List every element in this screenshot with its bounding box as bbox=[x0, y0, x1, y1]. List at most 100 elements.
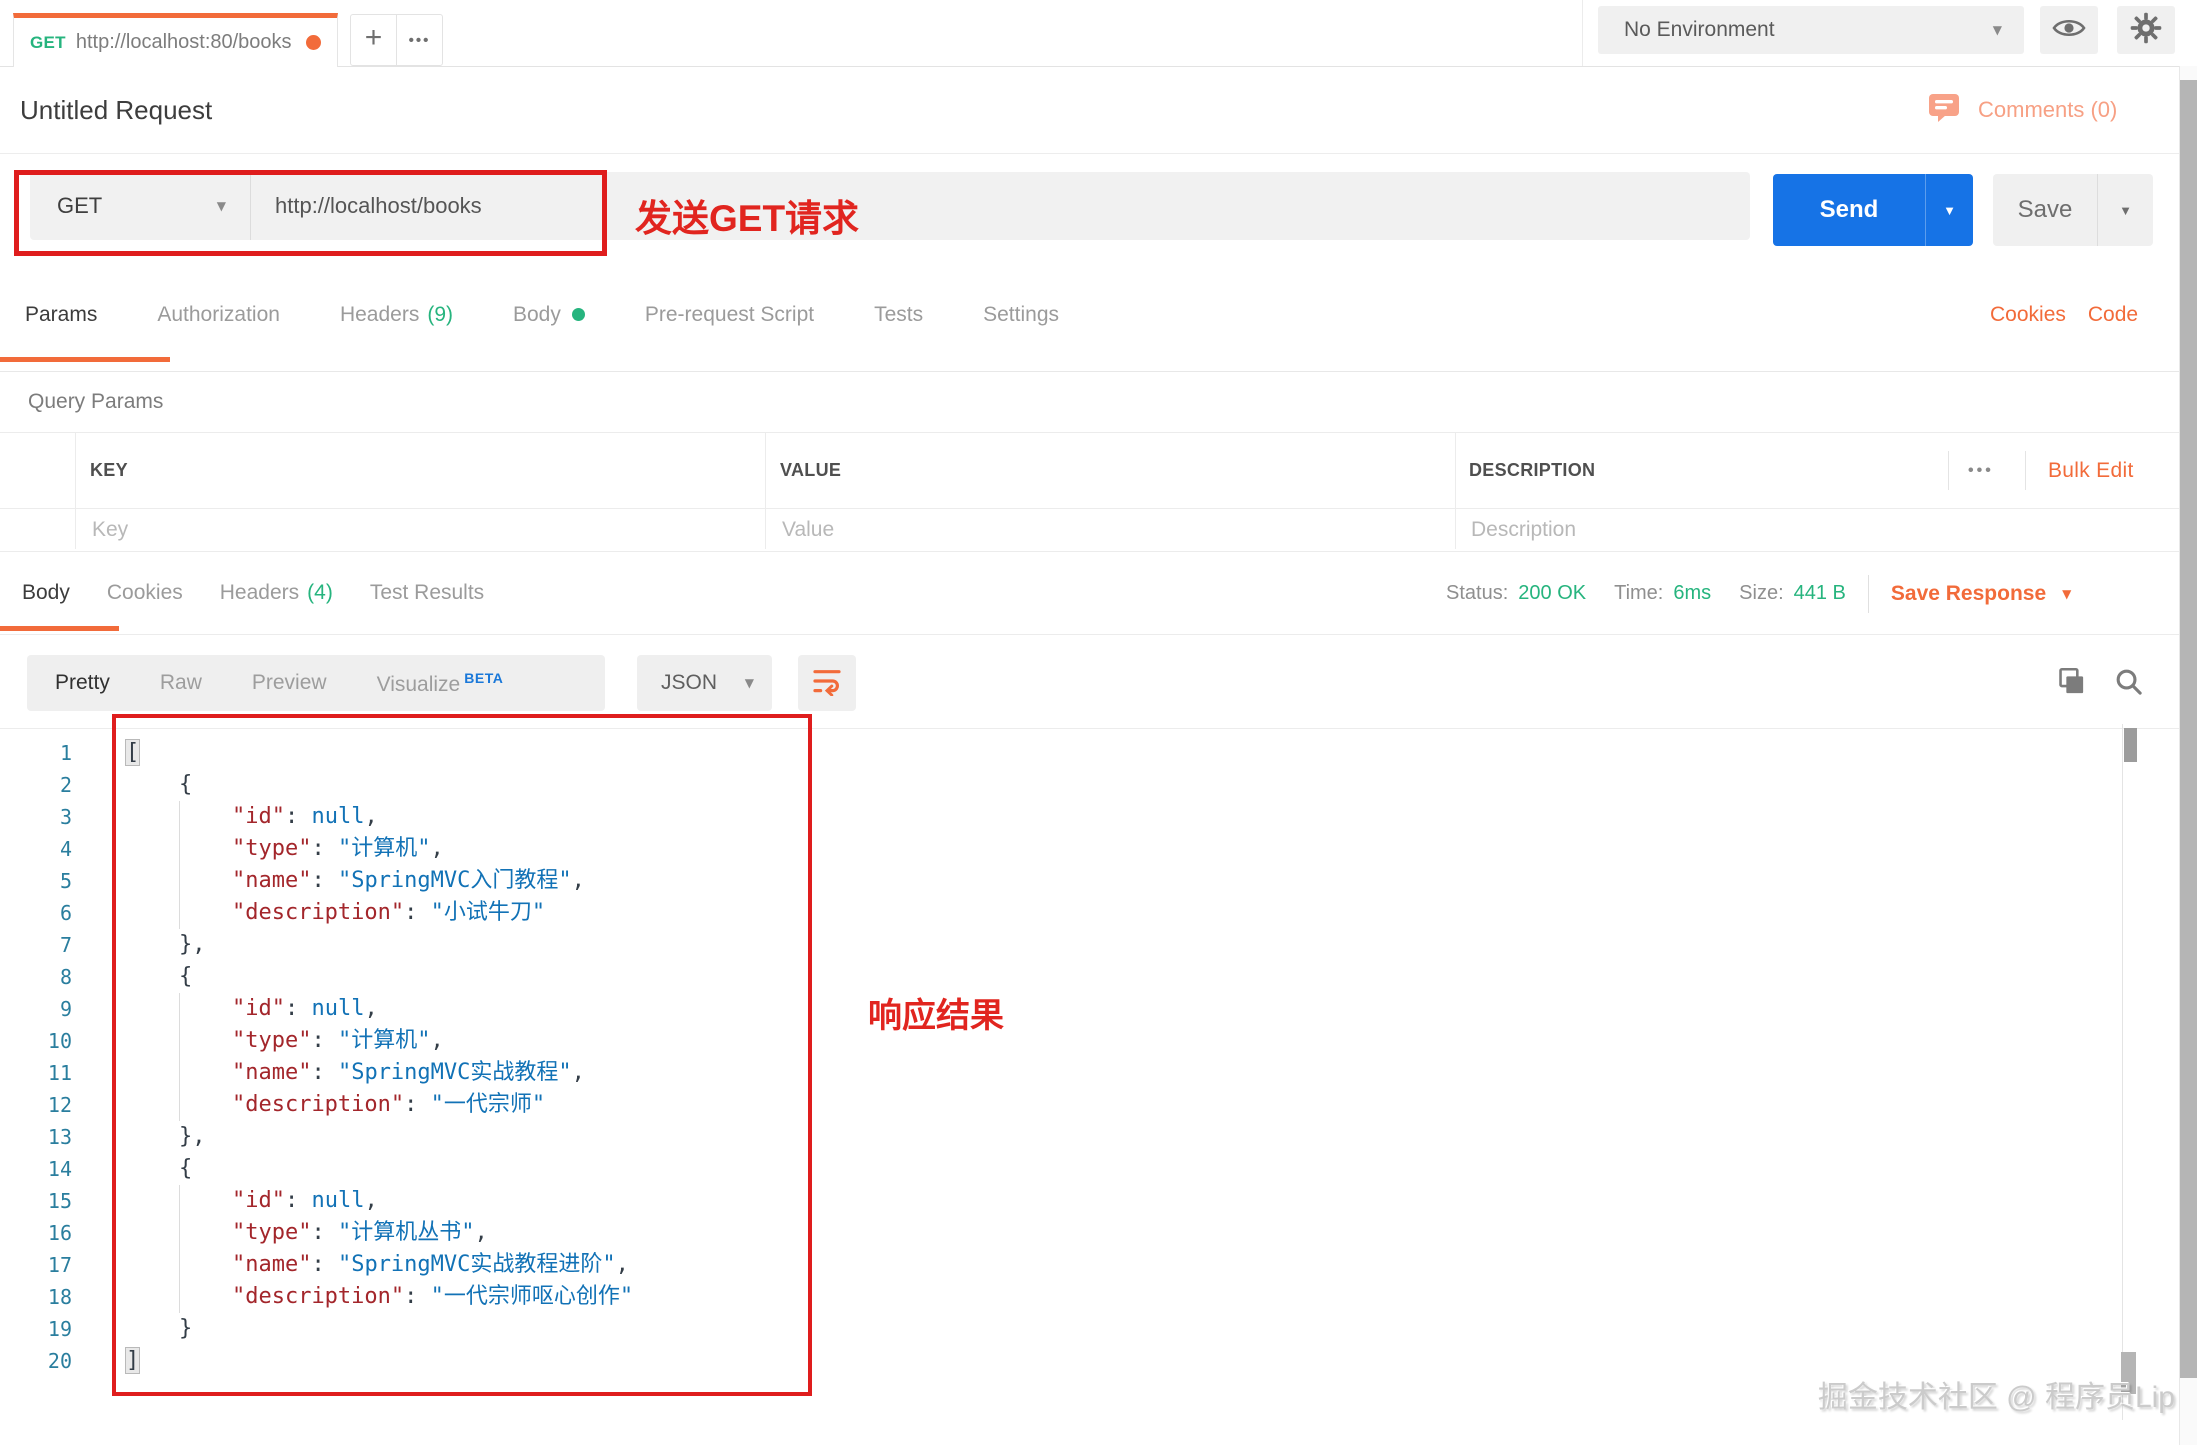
value-input[interactable] bbox=[780, 517, 1425, 543]
tab-body[interactable]: Body bbox=[513, 303, 585, 327]
tab-controls: + ••• bbox=[350, 14, 443, 66]
save-label: Save bbox=[1993, 174, 2097, 246]
send-options-chevron[interactable]: ▼ bbox=[1926, 174, 1973, 246]
line-number: 13 bbox=[0, 1121, 72, 1153]
response-tab-test-results[interactable]: Test Results bbox=[370, 581, 484, 605]
comments-button[interactable]: Comments (0) bbox=[1928, 67, 2117, 153]
tab-pre-request-script[interactable]: Pre-request Script bbox=[645, 303, 814, 327]
view-switcher: Pretty Raw Preview VisualizeBETA bbox=[27, 655, 605, 711]
divider bbox=[1948, 451, 1949, 490]
divider bbox=[1868, 575, 1869, 613]
line-number: 5 bbox=[0, 865, 72, 897]
eye-icon bbox=[2052, 16, 2086, 45]
response-tab-headers[interactable]: Headers(4) bbox=[220, 581, 333, 605]
tab-params[interactable]: Params bbox=[25, 303, 97, 327]
response-tabs: Body Cookies Headers(4) Test Results Sta… bbox=[0, 552, 2197, 635]
annotation-text-request: 发送GET请求 bbox=[635, 188, 859, 242]
environment-quick-look-button[interactable] bbox=[2040, 6, 2098, 54]
response-tab-body[interactable]: Body bbox=[22, 581, 70, 605]
annotation-box-response bbox=[112, 714, 812, 1396]
line-number: 3 bbox=[0, 801, 72, 833]
params-more-menu-icon[interactable]: ••• bbox=[1968, 433, 1994, 508]
view-visualize[interactable]: VisualizeBETA bbox=[377, 670, 504, 697]
new-tab-button[interactable]: + bbox=[351, 15, 396, 65]
line-number: 10 bbox=[0, 1025, 72, 1057]
request-tab-links: Cookies Code bbox=[1990, 258, 2138, 372]
line-number: 9 bbox=[0, 993, 72, 1025]
view-raw[interactable]: Raw bbox=[160, 671, 202, 695]
response-actions bbox=[2056, 635, 2144, 728]
line-number: 2 bbox=[0, 769, 72, 801]
request-tab[interactable]: GET http://localhost:80/books bbox=[13, 13, 338, 67]
divider bbox=[2025, 451, 2026, 490]
query-params-title: Query Params bbox=[0, 372, 2197, 432]
line-number: 6 bbox=[0, 897, 72, 929]
line-number: 15 bbox=[0, 1185, 72, 1217]
copy-button[interactable] bbox=[2056, 666, 2087, 697]
code-scrollbar-thumb[interactable] bbox=[2124, 728, 2137, 762]
response-tab-cookies[interactable]: Cookies bbox=[107, 581, 183, 605]
line-number: 12 bbox=[0, 1089, 72, 1121]
view-pretty[interactable]: Pretty bbox=[55, 671, 110, 695]
chevron-down-icon: ▼ bbox=[745, 676, 754, 690]
line-number: 16 bbox=[0, 1217, 72, 1249]
line-number: 20 bbox=[0, 1345, 72, 1377]
active-tab-indicator bbox=[0, 357, 170, 362]
tab-method-badge: GET bbox=[30, 33, 66, 53]
code-link[interactable]: Code bbox=[2088, 303, 2138, 327]
comment-bubble-icon bbox=[1928, 93, 1960, 128]
view-preview[interactable]: Preview bbox=[252, 671, 327, 695]
watermark: 掘金技术社区 @ 程序员Lip bbox=[1818, 1372, 2175, 1416]
time-label: Time: bbox=[1614, 582, 1663, 605]
annotation-box-request bbox=[14, 170, 607, 256]
line-number: 19 bbox=[0, 1313, 72, 1345]
divider bbox=[1582, 0, 1583, 66]
more-tabs-button[interactable]: ••• bbox=[397, 15, 442, 65]
cookies-link[interactable]: Cookies bbox=[1990, 303, 2066, 327]
request-header: Untitled Request Comments (0) bbox=[0, 67, 2197, 154]
response-headers-count: (4) bbox=[307, 581, 333, 604]
key-column-header: KEY bbox=[75, 460, 765, 481]
description-input[interactable] bbox=[1469, 517, 2165, 543]
line-number: 14 bbox=[0, 1153, 72, 1185]
line-number: 18 bbox=[0, 1281, 72, 1313]
query-params-table: KEY VALUE DESCRIPTION ••• Bulk Edit bbox=[0, 432, 2197, 552]
tab-settings[interactable]: Settings bbox=[983, 303, 1059, 327]
save-response-button[interactable]: Save Response ▼ bbox=[1891, 582, 2071, 606]
chevron-down-icon: ▼ bbox=[1993, 23, 2002, 37]
send-button[interactable]: Send ▼ bbox=[1773, 174, 1973, 246]
line-number: 4 bbox=[0, 833, 72, 865]
annotation-text-response: 响应结果 bbox=[868, 988, 1004, 1037]
environment-selector[interactable]: No Environment ▼ bbox=[1598, 6, 2024, 54]
send-label: Send bbox=[1773, 174, 1925, 246]
time-value: 6ms bbox=[1673, 582, 1711, 605]
window-scrollbar-thumb[interactable] bbox=[2180, 80, 2197, 1378]
headers-count: (9) bbox=[427, 303, 453, 327]
unsaved-dot-icon bbox=[306, 35, 321, 50]
wrap-lines-button[interactable] bbox=[798, 655, 856, 711]
query-params-input-row bbox=[0, 509, 2197, 552]
search-button[interactable] bbox=[2113, 666, 2144, 697]
status-label: Status: bbox=[1446, 582, 1508, 605]
save-button[interactable]: Save ▼ bbox=[1993, 174, 2153, 246]
request-bar: GET ▼ http://localhost/books Send ▼ Save… bbox=[0, 154, 2197, 258]
format-selector[interactable]: JSON ▼ bbox=[637, 655, 772, 711]
tab-headers[interactable]: Headers(9) bbox=[340, 303, 453, 327]
line-number: 11 bbox=[0, 1057, 72, 1089]
save-options-chevron[interactable]: ▼ bbox=[2098, 174, 2153, 246]
divider bbox=[75, 432, 76, 549]
postman-window: GET http://localhost:80/books + ••• No E… bbox=[0, 0, 2197, 1445]
tab-authorization[interactable]: Authorization bbox=[157, 303, 280, 327]
beta-badge: BETA bbox=[464, 670, 503, 686]
comments-label: Comments (0) bbox=[1978, 97, 2117, 123]
settings-button[interactable] bbox=[2117, 6, 2175, 54]
tab-title: http://localhost:80/books bbox=[76, 31, 306, 54]
query-params-header-row: KEY VALUE DESCRIPTION ••• Bulk Edit bbox=[0, 432, 2197, 509]
tab-bar: GET http://localhost:80/books + ••• No E… bbox=[0, 0, 2197, 67]
bulk-edit-link[interactable]: Bulk Edit bbox=[2048, 433, 2134, 508]
format-value: JSON bbox=[661, 671, 717, 695]
divider bbox=[765, 432, 766, 549]
key-input[interactable] bbox=[90, 517, 735, 543]
tab-tests[interactable]: Tests bbox=[874, 303, 923, 327]
environment-value: No Environment bbox=[1624, 18, 1775, 42]
